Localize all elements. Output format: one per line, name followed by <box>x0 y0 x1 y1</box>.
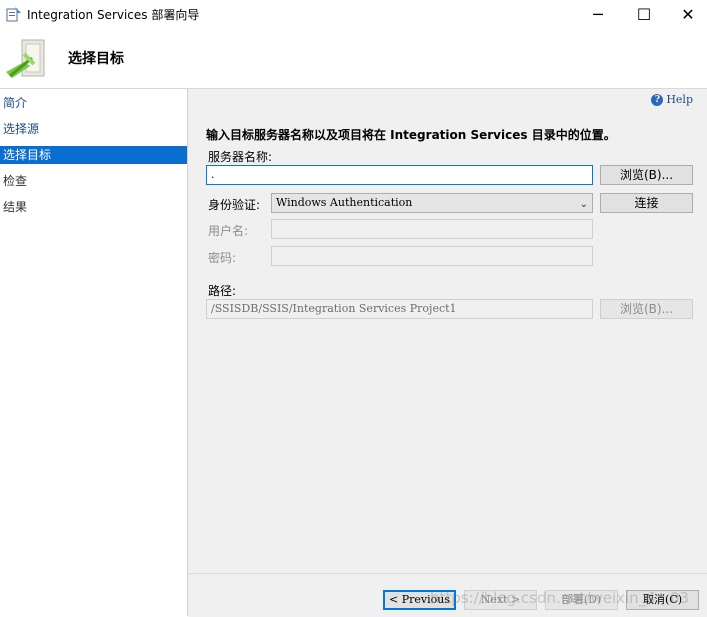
title-bar: Integration Services 部署向导 ─ ☐ ✕ <box>0 0 707 28</box>
browse-path-button: 浏览(B)... <box>600 299 693 319</box>
help-icon: ? <box>651 93 664 106</box>
window-title: Integration Services 部署向导 <box>27 8 200 22</box>
connect-button[interactable]: 连接 <box>600 193 693 213</box>
username-input <box>271 219 593 239</box>
sidebar-item-intro[interactable]: 简介 <box>0 94 187 112</box>
help-label: Help <box>666 93 693 106</box>
sidebar-item-select-source[interactable]: 选择源 <box>0 120 187 138</box>
browse-server-button[interactable]: 浏览(B)... <box>600 165 693 185</box>
sidebar-item-label: 选择目标 <box>3 148 52 162</box>
minimize-icon: ─ <box>593 4 603 24</box>
maximize-button[interactable]: ☐ <box>621 0 667 28</box>
page-title: 选择目标 <box>68 51 124 67</box>
wizard-steps-sidebar: 简介 选择源 选择目标 检查 结果 <box>0 89 188 616</box>
sidebar-item-select-destination[interactable]: 选择目标 <box>0 146 187 164</box>
watermark: https://blog.csdn.net/weixin_4...03 <box>430 589 690 607</box>
sidebar-item-results: 结果 <box>0 198 187 216</box>
minimize-button[interactable]: ─ <box>575 0 621 28</box>
sidebar-item-review: 检查 <box>0 172 187 190</box>
chevron-down-icon: ⌄ <box>579 199 588 210</box>
password-label: 密码: <box>208 251 237 265</box>
path-input: /SSISDB/SSIS/Integration Services Projec… <box>206 299 593 319</box>
sidebar-item-label: 结果 <box>3 200 28 214</box>
wizard-header: 选择目标 <box>0 28 707 89</box>
close-button[interactable]: ✕ <box>665 0 707 28</box>
app-icon <box>6 7 21 22</box>
wizard-content: ? Help 输入目标服务器名称以及项目将在 Integration Servi… <box>188 89 707 573</box>
maximize-icon: ☐ <box>636 4 652 24</box>
sidebar-item-label: 选择源 <box>3 122 40 136</box>
close-icon: ✕ <box>681 4 695 24</box>
password-input <box>271 246 593 266</box>
server-name-input[interactable]: . <box>206 165 593 185</box>
auth-selected-value: Windows Authentication <box>276 196 413 209</box>
help-link[interactable]: ? Help <box>651 93 693 106</box>
path-label: 路径: <box>208 284 237 298</box>
server-name-label: 服务器名称: <box>208 150 273 164</box>
sidebar-item-label: 简介 <box>3 96 28 110</box>
wizard-deploy-icon <box>6 39 45 78</box>
sidebar-item-label: 检查 <box>3 174 28 188</box>
username-label: 用户名: <box>208 224 249 238</box>
auth-select[interactable]: Windows Authentication ⌄ <box>271 193 593 213</box>
instruction-text: 输入目标服务器名称以及项目将在 Integration Services 目录中… <box>206 128 616 142</box>
auth-label: 身份验证: <box>208 198 261 212</box>
